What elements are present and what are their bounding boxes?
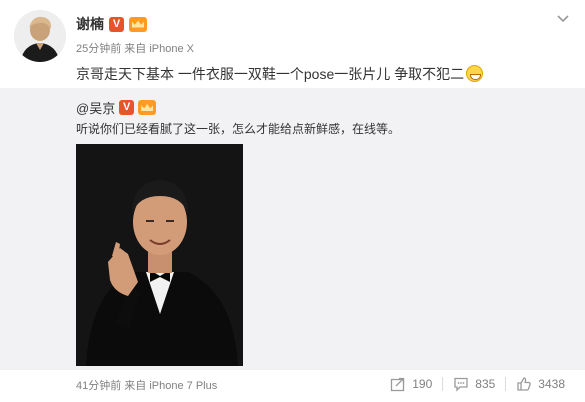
action-bar: 190 835 3438 <box>380 373 575 395</box>
comment-count: 835 <box>475 377 496 391</box>
weibo-post: 谢楠 V 25分钟前 来自 iPhone X 京哥走天下基本 一件衣服一双鞋一个… <box>0 0 585 402</box>
post-text-wrapper: 京哥走天下基本 一件衣服一双鞋一个pose一张片儿 争取不犯二 <box>76 64 484 84</box>
comment-icon <box>454 377 468 392</box>
crown-icon[interactable] <box>138 100 157 115</box>
post-meta[interactable]: 25分钟前 来自 iPhone X <box>76 40 194 56</box>
like-count: 3438 <box>538 377 565 391</box>
post-text: 京哥走天下基本 一件衣服一双鞋一个pose一张片儿 争取不犯二 <box>76 66 465 82</box>
chevron-down-icon[interactable] <box>556 14 570 24</box>
forward-button[interactable]: 190 <box>380 373 442 395</box>
author-avatar[interactable] <box>14 10 66 62</box>
author-row: 谢楠 V <box>76 14 147 34</box>
verified-icon: V <box>119 100 135 115</box>
repost-meta[interactable]: 41分钟前 来自 iPhone 7 Plus <box>76 377 217 393</box>
like-button[interactable]: 3438 <box>506 373 575 395</box>
repost-photo[interactable] <box>76 144 243 366</box>
repost-text: 听说你们已经看腻了这一张，怎么才能给点新鲜感，在线等。 <box>76 122 401 136</box>
thumbs-up-icon <box>517 377 532 391</box>
repost-author-name[interactable]: @吴京 <box>76 98 115 117</box>
forward-count: 190 <box>412 377 433 391</box>
verified-icon: V <box>109 16 124 32</box>
grin-emoji-icon <box>466 65 484 82</box>
comment-button[interactable]: 835 <box>443 373 505 395</box>
post-footer: 41分钟前 来自 iPhone 7 Plus 190 835 3438 <box>0 370 585 402</box>
forward-icon <box>391 377 405 392</box>
crown-icon[interactable] <box>129 16 147 32</box>
repost-box: @吴京 V 听说你们已经看腻了这一张，怎么才能给点新鲜感，在线等。 <box>0 88 585 370</box>
repost-author-row: @吴京 V <box>76 98 157 117</box>
author-name[interactable]: 谢楠 <box>76 14 104 34</box>
